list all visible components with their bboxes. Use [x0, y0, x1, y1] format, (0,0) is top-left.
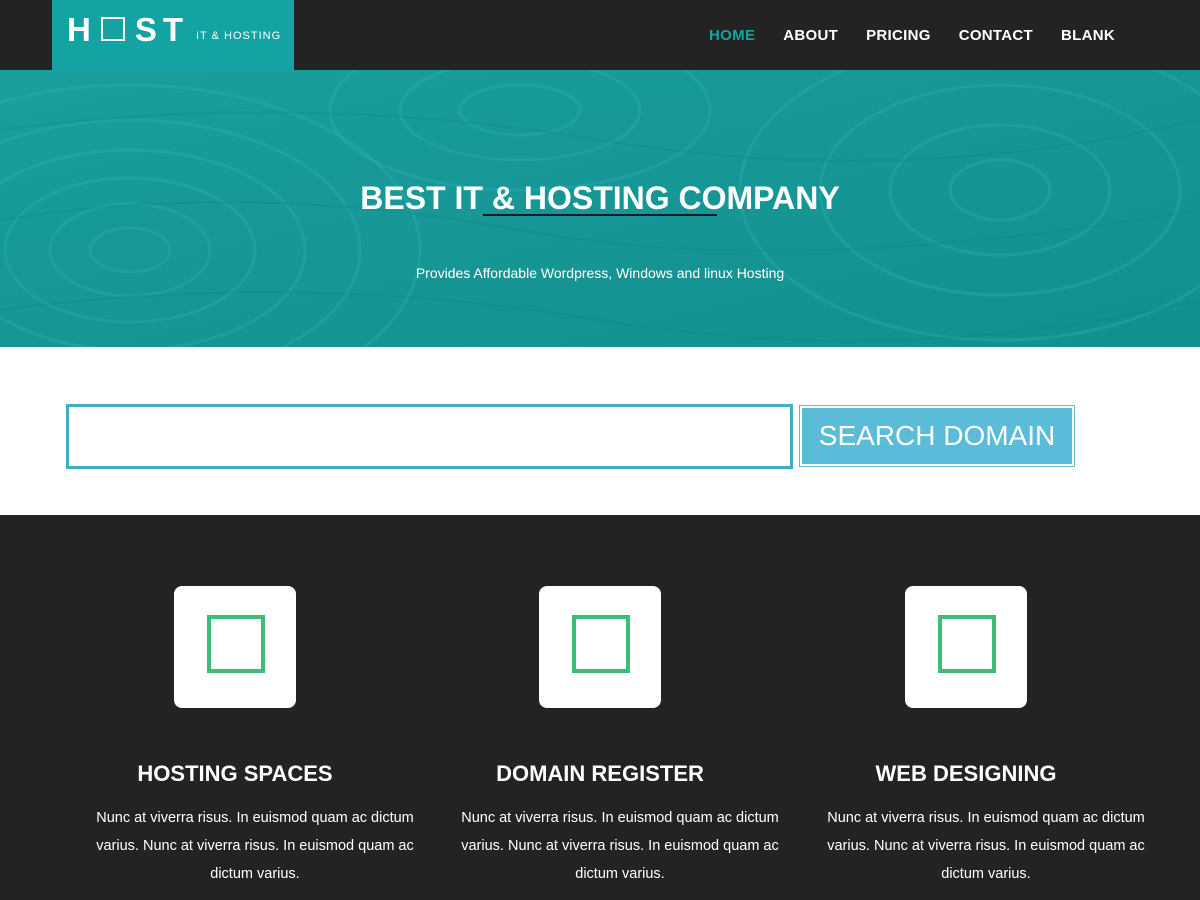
- domain-search-section: SEARCH DOMAIN: [0, 347, 1200, 515]
- nav-item-about[interactable]: ABOUT: [783, 27, 838, 45]
- hero-divider: [483, 214, 717, 216]
- main-nav: HOME ABOUT PRICING CONTACT BLANK: [709, 27, 1115, 45]
- site-header: H ST IT & HOSTING HOME ABOUT PRICING CON…: [0, 0, 1200, 70]
- hero-title: BEST IT & HOSTING COMPANY: [360, 180, 840, 217]
- hero-subtitle: Provides Affordable Wordpress, Windows a…: [415, 265, 785, 281]
- feature-icon-box: [905, 586, 1027, 708]
- feature-title: DOMAIN REGISTER: [496, 761, 704, 786]
- square-icon: [572, 615, 630, 673]
- search-domain-button[interactable]: SEARCH DOMAIN: [802, 408, 1072, 464]
- feature-title: HOSTING SPACES: [137, 761, 333, 786]
- features-section: HOSTING SPACES Nunc at viverra risus. In…: [0, 515, 1200, 900]
- feature-icon-box: [539, 586, 661, 708]
- logo[interactable]: H ST IT & HOSTING: [52, 0, 294, 70]
- feature-description: Nunc at viverra risus. In euismod quam a…: [827, 809, 1145, 882]
- nav-item-contact[interactable]: CONTACT: [959, 27, 1033, 45]
- feature-description: Nunc at viverra risus. In euismod quam a…: [96, 809, 414, 882]
- logo-letter-h: H: [67, 11, 97, 48]
- nav-item-home[interactable]: HOME: [709, 27, 755, 45]
- domain-search-input[interactable]: [66, 404, 793, 469]
- square-icon: [207, 615, 265, 673]
- feature-icon-box: [174, 586, 296, 708]
- logo-letters-st: ST: [134, 11, 190, 48]
- nav-item-blank[interactable]: BLANK: [1061, 27, 1115, 45]
- logo-square-icon: [100, 17, 125, 41]
- feature-title: WEB DESIGNING: [875, 761, 1057, 786]
- nav-item-pricing[interactable]: PRICING: [866, 27, 931, 45]
- feature-description: Nunc at viverra risus. In euismod quam a…: [461, 809, 779, 882]
- logo-wordmark: H ST: [67, 12, 189, 48]
- logo-tagline: IT & HOSTING: [196, 30, 282, 42]
- square-icon: [938, 615, 996, 673]
- hero-banner: BEST IT & HOSTING COMPANY Provides Affor…: [0, 70, 1200, 347]
- search-button-frame: SEARCH DOMAIN: [799, 405, 1075, 467]
